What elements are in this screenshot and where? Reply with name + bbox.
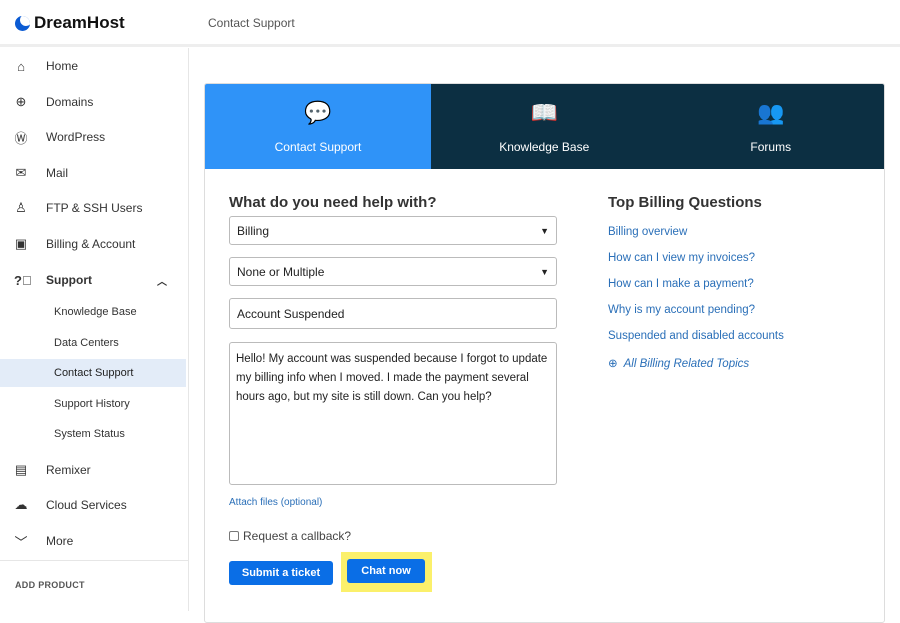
question-link[interactable]: Why is my account pending?	[608, 304, 784, 330]
chat-now-button[interactable]: Chat now	[347, 559, 425, 583]
attach-files-link[interactable]: Attach files (optional)	[229, 497, 559, 508]
sidebar-sub-system-status[interactable]: System Status	[0, 420, 186, 448]
sidebar-item-wordpress[interactable]: Ⓦ WordPress	[0, 122, 188, 152]
sidebar-sub-data-centers[interactable]: Data Centers	[0, 329, 186, 357]
remixer-icon: ▤	[14, 462, 28, 477]
sidebar-item-more[interactable]: ﹀ More	[0, 526, 188, 556]
tab-contact-support[interactable]: 💬 Contact Support	[205, 84, 431, 169]
sidebar-item-cloud[interactable]: ☁ Cloud Services	[0, 490, 188, 520]
add-product-link[interactable]: ADD PRODUCT	[15, 580, 85, 590]
form-heading: What do you need help with?	[229, 194, 437, 211]
label: All Billing Related Topics	[623, 358, 750, 370]
sidebar-sub-contact-support[interactable]: Contact Support	[0, 359, 186, 387]
label: Cloud Services	[46, 498, 127, 512]
label: Home	[46, 59, 79, 73]
label: FTP & SSH Users	[46, 201, 143, 215]
chevron-down-icon: ▼	[540, 225, 549, 236]
chevron-down-icon: ﹀	[14, 534, 28, 550]
tab-label: Knowledge Base	[499, 139, 590, 154]
question-link[interactable]: Suspended and disabled accounts	[608, 330, 784, 356]
question-link[interactable]: How can I make a payment?	[608, 278, 784, 304]
globe-icon: ⊕	[15, 94, 27, 109]
wallet-icon: ▣	[14, 236, 28, 251]
globe-icon: ⊕	[608, 358, 618, 370]
people-icon: 👥	[757, 99, 785, 125]
sidebar: ⌂ Home ⊕ Domains Ⓦ WordPress ✉ Mail ♙ FTP & S…	[0, 48, 189, 611]
top-header: DreamHost Contact Support	[0, 0, 900, 47]
dreamhost-logo[interactable]: DreamHost	[15, 13, 125, 33]
chat-bubbles-icon: 💬	[304, 99, 332, 125]
all-topics-link[interactable]: ⊕ All Billing Related Topics	[608, 356, 784, 382]
checkbox[interactable]	[229, 531, 239, 541]
question-link[interactable]: How can I view my invoices?	[608, 252, 784, 278]
label: Support	[46, 273, 92, 287]
tab-label: Contact Support	[274, 139, 362, 154]
sidebar-item-billing[interactable]: ▣ Billing & Account	[0, 229, 188, 259]
sidebar-item-ftp[interactable]: ♙ FTP & SSH Users	[0, 193, 188, 223]
cloud-icon: ☁	[14, 497, 28, 512]
sidebar-item-domains[interactable]: ⊕ Domains	[0, 87, 188, 117]
selected-value: Billing	[237, 223, 270, 238]
sidebar-item-support[interactable]: ?⃝ Support ︿	[0, 265, 188, 295]
book-icon: 📖	[530, 99, 558, 125]
support-card: 💬 Contact Support 📖 Knowledge Base 👥 Forums…	[204, 83, 885, 623]
sidebar-item-home[interactable]: ⌂ Home	[0, 51, 188, 81]
subcategory-select[interactable]: None or Multiple ▼	[229, 257, 557, 286]
chevron-down-icon: ▼	[540, 266, 549, 277]
sidebar-sub-support-history[interactable]: Support History	[0, 390, 186, 418]
mail-icon: ✉	[15, 165, 27, 180]
user-icon: ♙	[15, 200, 27, 215]
support-tabs: 💬 Contact Support 📖 Knowledge Base 👥 Forums	[205, 84, 884, 169]
label: WordPress	[46, 130, 106, 144]
top-questions: Top Billing Questions Billing overview H…	[608, 194, 784, 382]
tab-label: Forums	[750, 139, 792, 154]
questions-heading: Top Billing Questions	[608, 194, 762, 211]
logo-text: DreamHost	[34, 13, 125, 32]
message-textarea[interactable]: Hello! My account was suspended because …	[229, 342, 557, 485]
help-icon: ?⃝	[14, 272, 32, 288]
sidebar-item-remixer[interactable]: ▤ Remixer	[0, 455, 188, 485]
label: Remixer	[46, 463, 91, 477]
question-link[interactable]: Billing overview	[608, 226, 784, 252]
support-form: What do you need help with? Billing ▼ Non…	[229, 194, 559, 592]
logo-icon	[15, 15, 30, 31]
subject-input[interactable]: Account Suspended	[229, 298, 557, 329]
wordpress-icon: Ⓦ	[14, 130, 28, 146]
chevron-up-icon: ︿	[157, 276, 167, 288]
label: Domains	[46, 95, 94, 109]
checkbox-label: Request a callback?	[243, 529, 352, 543]
sidebar-item-mail[interactable]: ✉ Mail	[0, 158, 188, 188]
submit-ticket-button[interactable]: Submit a ticket	[229, 561, 333, 585]
home-icon: ⌂	[17, 58, 25, 74]
label: Mail	[46, 166, 69, 180]
breadcrumb: Contact Support	[208, 16, 295, 30]
callback-checkbox[interactable]: Request a callback?	[229, 529, 559, 543]
sidebar-sub-knowledge-base[interactable]: Knowledge Base	[0, 298, 186, 326]
tab-knowledge-base[interactable]: 📖 Knowledge Base	[431, 84, 658, 169]
label: Billing & Account	[46, 237, 136, 251]
selected-value: None or Multiple	[237, 264, 325, 279]
category-select[interactable]: Billing ▼	[229, 216, 557, 245]
label: More	[46, 534, 74, 548]
divider	[0, 560, 188, 561]
tab-forums[interactable]: 👥 Forums	[657, 84, 884, 169]
